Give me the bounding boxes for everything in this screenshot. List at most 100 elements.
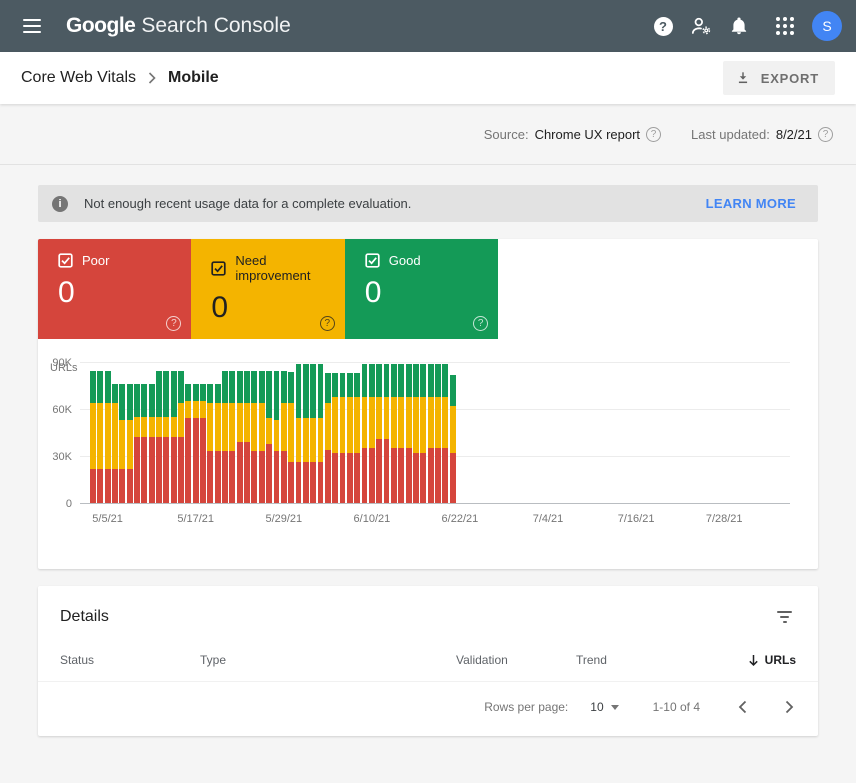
- apps-grid-icon[interactable]: [776, 17, 794, 35]
- chart-bar[interactable]: [420, 364, 426, 503]
- notifications-icon[interactable]: [720, 7, 758, 45]
- chart-bar[interactable]: [237, 371, 243, 503]
- chart-bar[interactable]: [281, 371, 287, 503]
- column-type[interactable]: Type: [200, 653, 456, 667]
- card-good-head: Good: [365, 253, 498, 268]
- bar-segment-good: [200, 384, 206, 401]
- chart-bar[interactable]: [215, 384, 221, 503]
- chart-bar[interactable]: [141, 384, 147, 503]
- chart-bar[interactable]: [149, 384, 155, 503]
- source-help-icon[interactable]: ?: [646, 127, 661, 142]
- card-need-improvement-help-icon[interactable]: ?: [320, 316, 335, 331]
- column-trend[interactable]: Trend: [576, 653, 696, 667]
- chart-bar[interactable]: [376, 364, 382, 503]
- chart-bar[interactable]: [450, 375, 456, 503]
- chart-bar[interactable]: [163, 371, 169, 503]
- chart-bar[interactable]: [362, 364, 368, 503]
- updated-help-icon[interactable]: ?: [818, 127, 833, 142]
- chart-bar[interactable]: [318, 364, 324, 503]
- chart-bar[interactable]: [310, 364, 316, 503]
- chart-bar[interactable]: [340, 373, 346, 503]
- avatar[interactable]: S: [812, 11, 842, 41]
- bar-segment-poor: [171, 437, 177, 503]
- chart-bar[interactable]: [384, 364, 390, 503]
- logo-product: Search Console: [141, 14, 290, 38]
- chart-bar[interactable]: [369, 364, 375, 503]
- chart-bar[interactable]: [156, 371, 162, 503]
- rows-per-page-select[interactable]: 10: [590, 700, 618, 714]
- chart-bar[interactable]: [259, 371, 265, 503]
- menu-icon[interactable]: [12, 6, 52, 46]
- card-poor[interactable]: Poor 0 ?: [38, 239, 191, 339]
- column-urls[interactable]: URLs: [748, 653, 796, 667]
- bar-segment-need-improvement: [127, 420, 133, 469]
- column-validation[interactable]: Validation: [456, 653, 576, 667]
- chart-bar[interactable]: [325, 373, 331, 503]
- chart-bar[interactable]: [244, 371, 250, 503]
- chart-bar[interactable]: [200, 384, 206, 503]
- chart-bar[interactable]: [178, 371, 184, 503]
- manage-users-icon[interactable]: [682, 7, 720, 45]
- chart-bar[interactable]: [229, 371, 235, 503]
- export-button[interactable]: EXPORT: [723, 61, 835, 95]
- bar-segment-good: [251, 371, 257, 402]
- card-need-improvement-head: Need improvement: [211, 253, 344, 283]
- next-page-icon[interactable]: [785, 700, 794, 714]
- chart-bar[interactable]: [105, 371, 111, 503]
- bar-segment-poor: [376, 439, 382, 503]
- filter-icon[interactable]: [773, 607, 796, 627]
- chart-bar[interactable]: [398, 364, 404, 503]
- chart-bar[interactable]: [406, 364, 412, 503]
- bar-segment-good: [347, 373, 353, 397]
- card-poor-help-icon[interactable]: ?: [166, 316, 181, 331]
- checkbox-checked-icon[interactable]: [365, 253, 380, 268]
- chart-bar[interactable]: [97, 371, 103, 503]
- bar-segment-need-improvement: [303, 418, 309, 462]
- chart-bar[interactable]: [354, 373, 360, 503]
- chart-bar[interactable]: [134, 384, 140, 503]
- chart-bar[interactable]: [274, 371, 280, 503]
- chart-bar[interactable]: [207, 384, 213, 503]
- y-tick-90k: 90K: [38, 357, 72, 369]
- chart-bar[interactable]: [332, 373, 338, 503]
- app-logo[interactable]: Google Search Console: [66, 14, 291, 38]
- bar-segment-poor: [134, 437, 140, 503]
- previous-page-icon[interactable]: [738, 700, 747, 714]
- chart-bar[interactable]: [112, 384, 118, 503]
- chart-bar[interactable]: [413, 364, 419, 503]
- chart-bar[interactable]: [391, 364, 397, 503]
- bar-segment-good: [274, 371, 280, 420]
- chart-bar[interactable]: [193, 384, 199, 503]
- bar-segment-need-improvement: [90, 403, 96, 469]
- chart-bar[interactable]: [442, 364, 448, 503]
- breadcrumb-parent-link[interactable]: Core Web Vitals: [21, 69, 136, 87]
- chart-bar[interactable]: [185, 384, 191, 503]
- chart-bar[interactable]: [428, 364, 434, 503]
- column-status[interactable]: Status: [60, 653, 200, 667]
- card-good[interactable]: Good 0 ?: [345, 239, 498, 339]
- help-icon[interactable]: ?: [644, 7, 682, 45]
- chart-bar[interactable]: [288, 372, 294, 503]
- chart-bar[interactable]: [347, 373, 353, 503]
- chart-bar[interactable]: [119, 384, 125, 503]
- bar-segment-poor: [141, 437, 147, 503]
- chart-bar[interactable]: [171, 371, 177, 503]
- chart-bar[interactable]: [251, 371, 257, 503]
- checkbox-checked-icon[interactable]: [211, 261, 226, 276]
- bar-segment-poor: [340, 453, 346, 503]
- card-good-help-icon[interactable]: ?: [473, 316, 488, 331]
- chart-bar[interactable]: [303, 364, 309, 503]
- chart-bar[interactable]: [266, 371, 272, 503]
- chart-bar[interactable]: [127, 384, 133, 503]
- details-title: Details: [60, 608, 109, 626]
- checkbox-checked-icon[interactable]: [58, 253, 73, 268]
- card-need-improvement[interactable]: Need improvement 0 ?: [191, 239, 344, 339]
- bar-segment-poor: [369, 448, 375, 503]
- chart-bar[interactable]: [222, 371, 228, 503]
- chart-bar[interactable]: [90, 371, 96, 503]
- chart-bar[interactable]: [435, 364, 441, 503]
- bar-segment-good: [207, 384, 213, 403]
- chart-bar[interactable]: [296, 364, 302, 503]
- learn-more-link[interactable]: LEARN MORE: [706, 196, 796, 211]
- info-icon: i: [52, 196, 68, 212]
